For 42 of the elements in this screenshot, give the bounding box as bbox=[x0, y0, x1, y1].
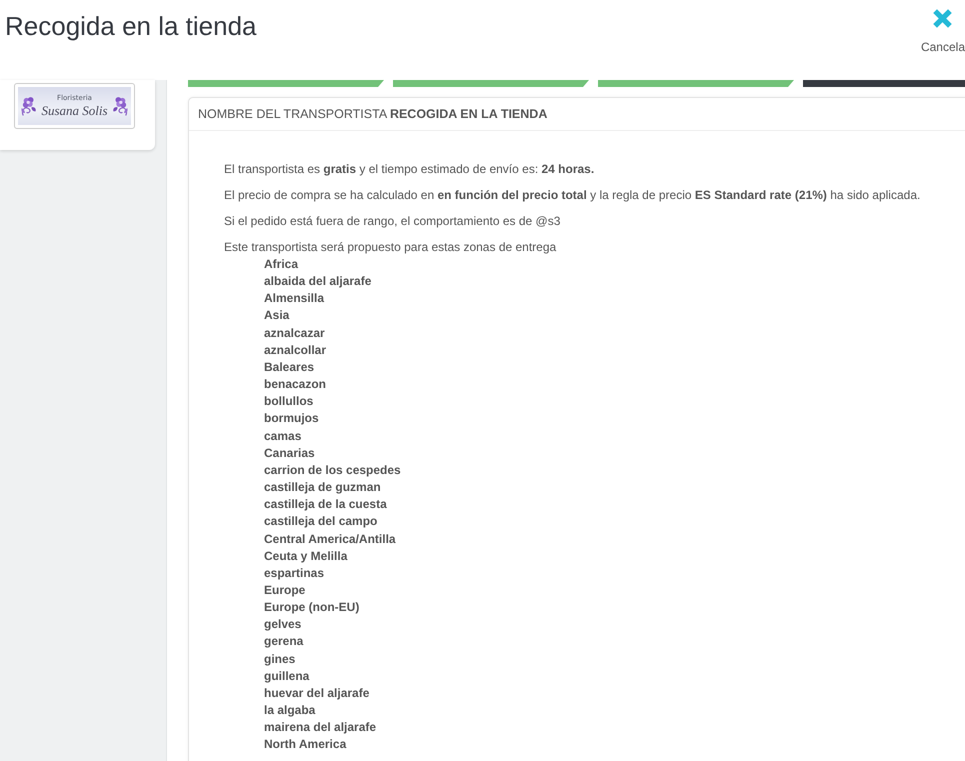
zone-name: gelves bbox=[264, 617, 302, 632]
zone-name: Europe (non-EU) bbox=[264, 600, 360, 614]
summary-text: El transportista es gratis y el tiempo estimado de envío es: 24 horas. bbox=[224, 161, 596, 178]
page-title: Recogida en la tienda bbox=[5, 10, 257, 42]
summary-text: Este transportista será propuesto para estas zonas de entrega bbox=[224, 239, 558, 256]
panel-heading: NOMBRE DEL TRANSPORTISTA RECOGIDA EN LA TIENDA bbox=[198, 107, 548, 121]
summary-text: El precio de compra se ha calculado en en función del precio total y la regla de precio ES Standard rate (21%) ha sido aplicada. bbox=[224, 187, 922, 204]
wizard-step[interactable] bbox=[393, 80, 589, 87]
zone-name: huevar del aljarafe bbox=[264, 686, 370, 700]
zone-name: Europe bbox=[264, 582, 306, 597]
zone-name: guillena bbox=[264, 668, 310, 683]
zone-name: mairena del aljarafe bbox=[264, 720, 376, 734]
zone-name: la algaba bbox=[264, 703, 316, 718]
zone-name: Baleares bbox=[264, 360, 314, 374]
zone-name: Asia bbox=[264, 308, 290, 322]
zone-name: North America bbox=[264, 737, 346, 752]
zone-name: Ceuta y Melilla bbox=[264, 548, 348, 563]
close-icon bbox=[933, 9, 952, 28]
wizard-step[interactable] bbox=[598, 80, 794, 87]
zone-name: gines bbox=[264, 652, 296, 666]
zone-name: bormujos bbox=[264, 411, 319, 426]
zone-name: camas bbox=[264, 428, 302, 443]
logo-name: Susana Solis bbox=[41, 103, 108, 118]
zone-name: albaida del aljarafe bbox=[264, 274, 372, 288]
zone-name: castilleja del campo bbox=[264, 514, 378, 528]
zone-name: gerena bbox=[264, 634, 304, 648]
summary-text: Si el pedido está fuera de rango, el comportamiento es de @s3 bbox=[224, 213, 562, 230]
zone-name: Almensilla bbox=[264, 291, 324, 306]
zone-name: castilleja de guzman bbox=[264, 480, 381, 494]
zone-name: bollullos bbox=[264, 394, 314, 408]
zone-name: Africa bbox=[264, 257, 298, 271]
zone-name: Central America/Antilla bbox=[264, 532, 396, 546]
wizard-step[interactable] bbox=[803, 80, 965, 87]
zone-name: benacazon bbox=[264, 377, 326, 392]
zone-name: aznalcollar bbox=[264, 342, 326, 357]
wizard-step[interactable] bbox=[188, 80, 384, 87]
zone-name: Canarias bbox=[264, 446, 315, 460]
zone-name: castilleja de la cuesta bbox=[264, 497, 387, 512]
zone-name: carrion de los cespedes bbox=[264, 462, 401, 477]
zone-name: aznalcazar bbox=[264, 326, 325, 340]
cancel-button[interactable]: Cancela bbox=[920, 9, 965, 54]
zone-name: espartinas bbox=[264, 566, 324, 580]
